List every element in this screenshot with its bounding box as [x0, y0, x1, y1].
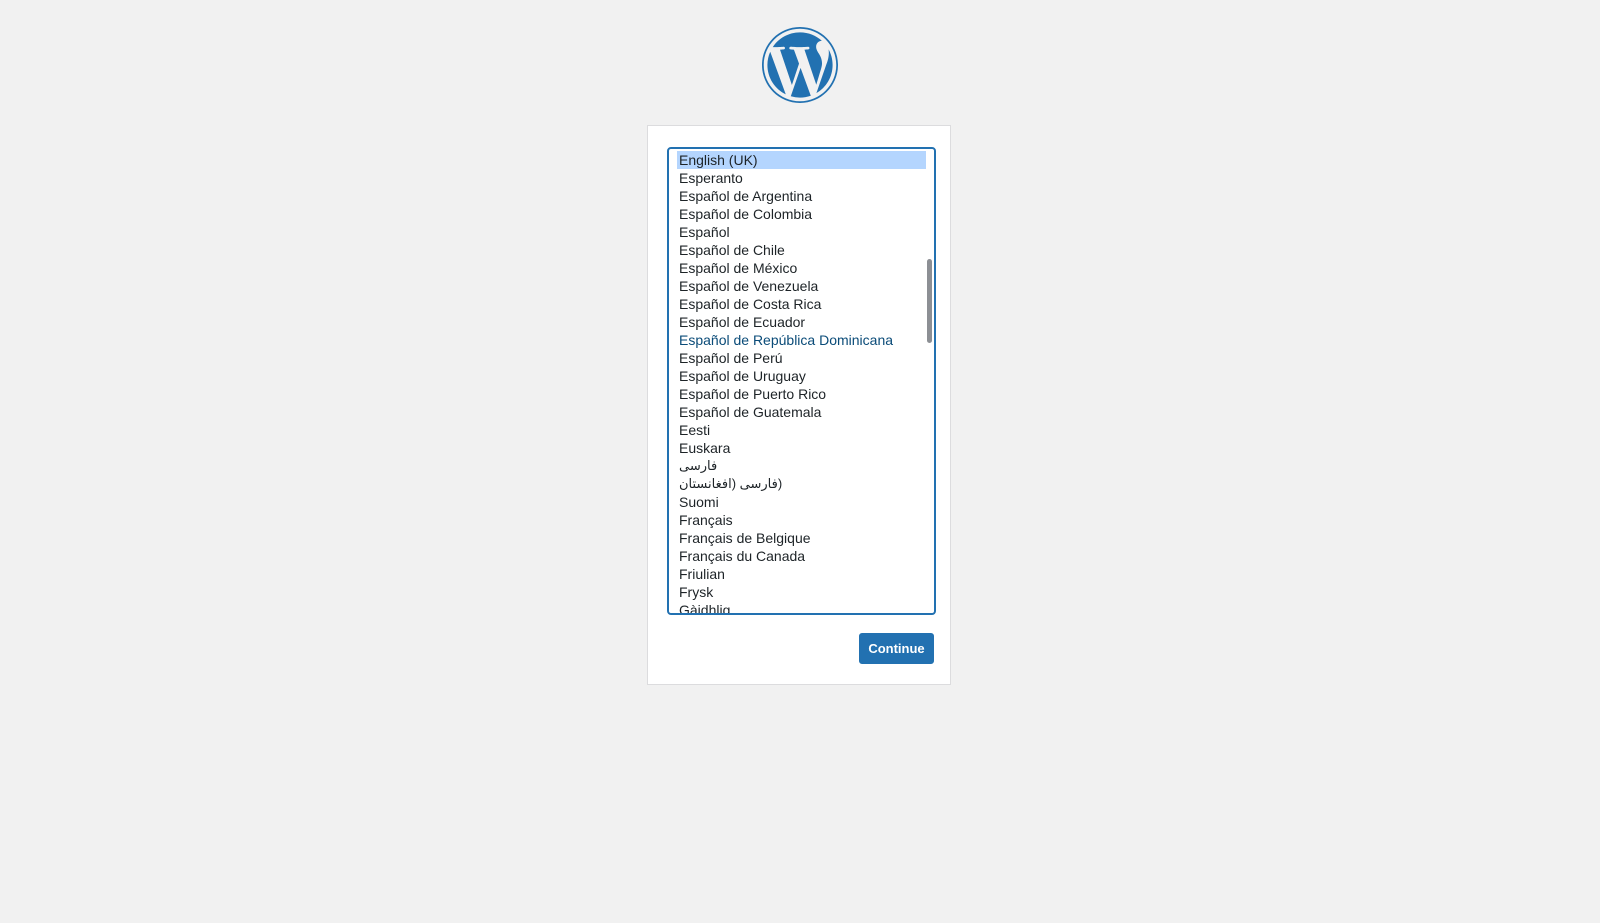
- language-option[interactable]: Español de Chile: [677, 241, 926, 259]
- language-listbox[interactable]: English (UK) Esperanto Español de Argentin…: [667, 147, 936, 615]
- language-option[interactable]: Español de Uruguay: [677, 367, 926, 385]
- wordpress-logo-icon: [762, 27, 839, 103]
- language-option[interactable]: Français de Belgique: [677, 529, 926, 547]
- language-option[interactable]: Español de Perú: [677, 349, 926, 367]
- language-setup-card: English (UK) Esperanto Español de Argentin…: [647, 125, 951, 685]
- language-option[interactable]: Español de Guatemala: [677, 403, 926, 421]
- language-option[interactable]: (فارسی (افغانستان: [677, 475, 926, 493]
- language-option[interactable]: Español de Puerto Rico: [677, 385, 926, 403]
- language-option[interactable]: Español de México: [677, 259, 926, 277]
- language-option[interactable]: Suomi: [677, 493, 926, 511]
- language-option[interactable]: فارسی: [677, 457, 926, 475]
- language-option[interactable]: English (UK): [677, 151, 926, 169]
- language-option[interactable]: Español: [677, 223, 926, 241]
- listbox-scrollbar[interactable]: [927, 259, 932, 343]
- continue-button[interactable]: Continue: [859, 633, 934, 664]
- language-option[interactable]: Frysk: [677, 583, 926, 601]
- language-option[interactable]: Español de Venezuela: [677, 277, 926, 295]
- language-option[interactable]: Français du Canada: [677, 547, 926, 565]
- language-option[interactable]: Eesti: [677, 421, 926, 439]
- language-option[interactable]: Friulian: [677, 565, 926, 583]
- language-option[interactable]: Español de Ecuador: [677, 313, 926, 331]
- language-option[interactable]: Euskara: [677, 439, 926, 457]
- language-option[interactable]: Gàidhlig: [677, 601, 926, 613]
- language-option[interactable]: Français: [677, 511, 926, 529]
- language-option[interactable]: Esperanto: [677, 169, 926, 187]
- language-option[interactable]: Español de República Dominicana: [677, 331, 926, 349]
- language-option[interactable]: Español de Colombia: [677, 205, 926, 223]
- language-option[interactable]: Español de Costa Rica: [677, 295, 926, 313]
- language-option[interactable]: Español de Argentina: [677, 187, 926, 205]
- language-options: English (UK) Esperanto Español de Argentin…: [677, 151, 926, 613]
